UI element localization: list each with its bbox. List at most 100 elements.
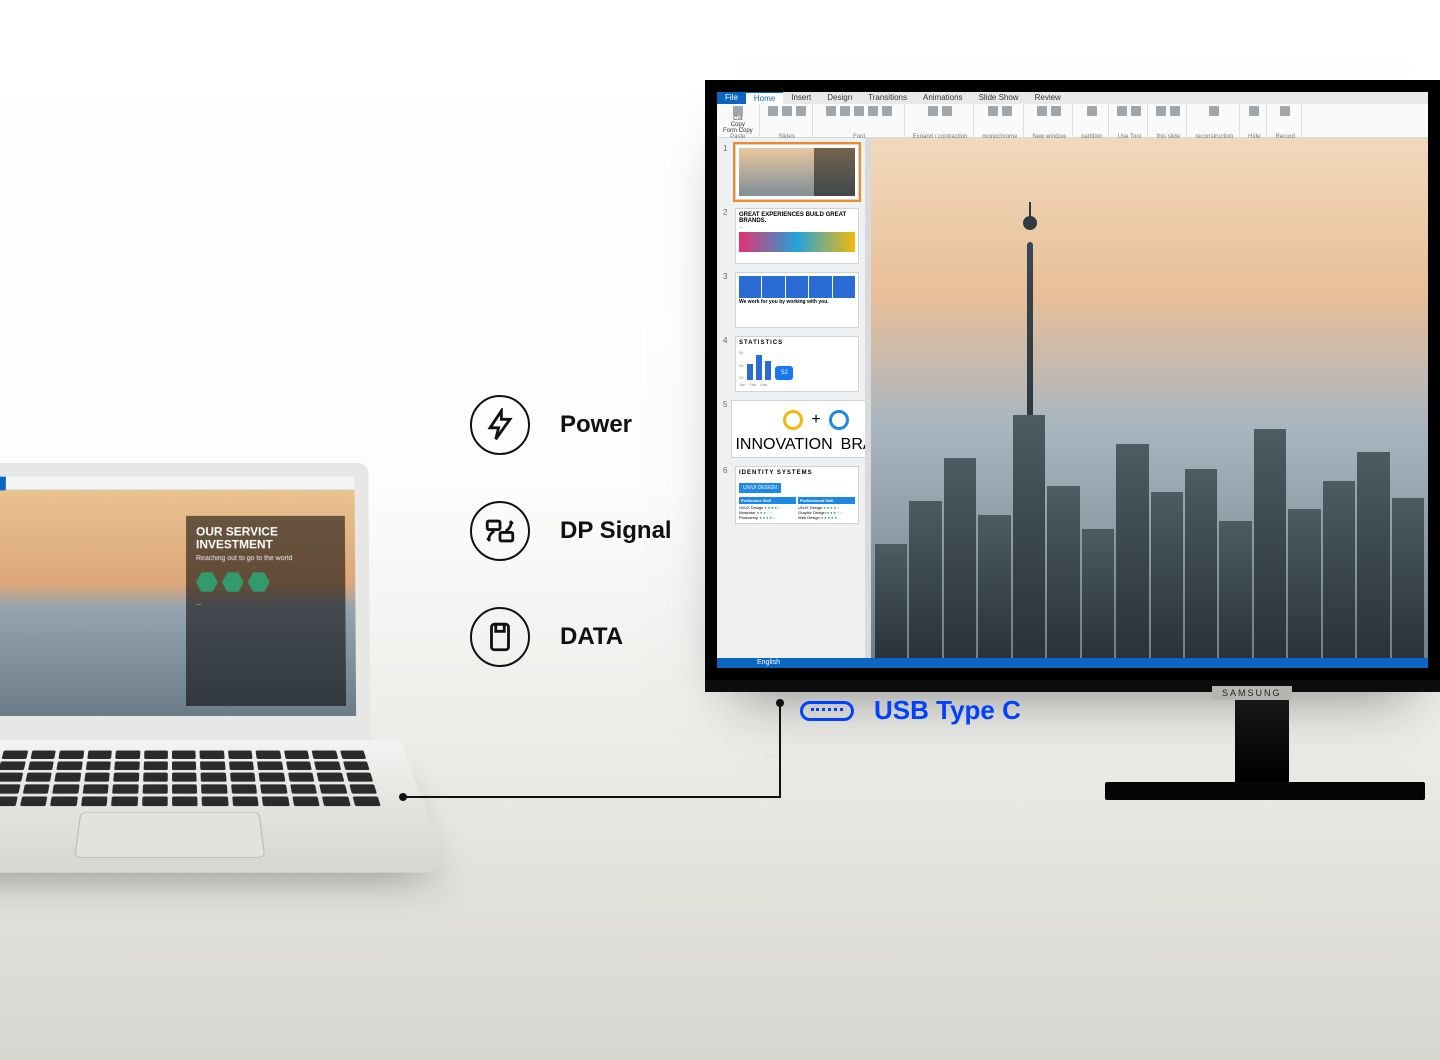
thumb-6[interactable]: 6 IDENTITY SYSTEMS UX/UI DESIGN Preferen… xyxy=(723,466,859,524)
expand-icon[interactable] xyxy=(928,106,938,116)
monitor-chin xyxy=(705,680,1440,692)
speaker-tool-icon[interactable] xyxy=(1131,106,1141,116)
thumb-3[interactable]: 3 We work for you by working with you. xyxy=(723,272,859,328)
usb-c-feature-list: Power DP Signal DATA xyxy=(470,395,672,667)
ribbon-group-recon: reconstruction xyxy=(1189,104,1240,142)
underline-icon[interactable] xyxy=(854,106,864,116)
layout-icon[interactable] xyxy=(782,106,792,116)
thumb-6-title: IDENTITY SYSTEMS xyxy=(739,470,855,476)
thumb-3-grid xyxy=(739,276,855,298)
fixed-icon[interactable] xyxy=(942,106,952,116)
ribbon-groups: Cut Copy Form Copy Paste Slides Font xyxy=(717,104,1428,142)
thumb-2-title: GREAT EXPERIENCES BUILD GREAT BRANDS. xyxy=(739,212,855,224)
ribbon-group-expand: Expand / contraction xyxy=(907,104,975,142)
monitor-brand-label: SAMSUNG xyxy=(1212,686,1292,700)
thumb-2[interactable]: 2 GREAT EXPERIENCES BUILD GREAT BRANDS. … xyxy=(723,208,859,264)
thumb-index: 5 xyxy=(723,400,727,458)
tab-file[interactable]: File xyxy=(717,92,746,104)
thumb-5-circles: + xyxy=(735,404,865,430)
grayscale-icon[interactable] xyxy=(1002,106,1012,116)
laptop-screen: OUR SERVICE INVESTMENT Reaching out to g… xyxy=(0,463,370,740)
thumb-index: 2 xyxy=(723,208,731,264)
thumb-5-right: BRAND xyxy=(841,436,865,454)
tab-insert[interactable]: Insert xyxy=(783,92,819,104)
ribbon-group-mono: monochrome xyxy=(976,104,1024,142)
font-size-icon[interactable] xyxy=(882,106,892,116)
ytick: 20 xyxy=(739,375,743,380)
feature-data: DATA xyxy=(470,607,672,667)
thumb-1[interactable]: 1 xyxy=(723,144,859,200)
tab-review[interactable]: Review xyxy=(1027,92,1069,104)
reconstruction-icon[interactable] xyxy=(1209,106,1219,116)
skyline xyxy=(871,372,1428,658)
record-icon[interactable] xyxy=(1280,106,1290,116)
laptop-brand-label: SAMSUNG xyxy=(137,726,204,736)
monitor-screen: File Home Insert Design Transitions Anim… xyxy=(717,92,1428,668)
monitor-foot xyxy=(1105,782,1425,800)
laptop-app-ribbon xyxy=(0,477,355,491)
hex-icon xyxy=(248,572,270,592)
tab-transitions[interactable]: Transitions xyxy=(860,92,915,104)
new-window-icon[interactable] xyxy=(1037,106,1047,116)
hex-icon xyxy=(196,572,218,592)
thumb-index: 6 xyxy=(723,466,731,524)
col-b-head: Professional Skill xyxy=(798,497,855,504)
paste-icon[interactable] xyxy=(733,106,743,116)
font-color-icon[interactable] xyxy=(868,106,878,116)
feature-data-label: DATA xyxy=(560,623,623,651)
tab-animations[interactable]: Animations xyxy=(915,92,971,104)
tab-design[interactable]: Design xyxy=(819,92,860,104)
from-icon[interactable] xyxy=(1170,106,1180,116)
monitor-neck xyxy=(1235,692,1289,782)
power-icon xyxy=(470,395,530,455)
italic-icon[interactable] xyxy=(840,106,850,116)
hide-icon[interactable] xyxy=(1249,106,1259,116)
ribbon-group-slides: Slides xyxy=(762,104,813,142)
usb-c-port-icon xyxy=(800,701,854,721)
col-a-2: Photoshop xyxy=(739,515,758,520)
partition-icon[interactable] xyxy=(1087,106,1097,116)
thumb-5[interactable]: 5 + INNOVATION BRAND xyxy=(723,400,859,458)
col-a-head: Preference Skill xyxy=(739,497,796,504)
dp-signal-icon xyxy=(470,501,530,561)
ribbon-group-window: New window xyxy=(1026,104,1073,142)
monitor-icon[interactable] xyxy=(1117,106,1127,116)
thumb-3-title: We work for you by working with you. xyxy=(739,300,855,305)
ribbon-group-partition: partition xyxy=(1075,104,1109,142)
statusbar-language: English xyxy=(757,659,780,666)
thumb-1-preview xyxy=(739,148,855,196)
reset-icon[interactable] xyxy=(796,106,806,116)
usb-c-port-text: USB Type C xyxy=(874,695,1021,726)
data-icon xyxy=(470,607,530,667)
tab-home[interactable]: Home xyxy=(746,92,783,104)
laptop-keyboard xyxy=(0,750,381,806)
feature-dp-signal: DP Signal xyxy=(470,501,672,561)
xlabel: Mar xyxy=(760,382,767,387)
ribbon-group-record: Record xyxy=(1269,104,1301,142)
ribbon-group-thisslide: this slide xyxy=(1150,104,1187,142)
thumb-2-image xyxy=(739,232,855,252)
tab-slide-show[interactable]: Slide Show xyxy=(971,92,1027,104)
ribbon-tabs: File Home Insert Design Transitions Anim… xyxy=(717,92,1428,104)
hex-badges xyxy=(196,572,335,592)
color-icon[interactable] xyxy=(988,106,998,116)
ribbon-group-tool: Use Tool xyxy=(1111,104,1148,142)
slide-thumbnails: 1 2 GREAT EXPERIENCES BUILD GREAT BRANDS… xyxy=(717,138,865,658)
ribbon-group-hide: Hide xyxy=(1242,104,1267,142)
thumb-4[interactable]: 4 STATISTICS 50 40 20 xyxy=(723,336,859,392)
play-icon[interactable] xyxy=(1156,106,1166,116)
ribbon-group-paste: Cut Copy Form Copy Paste xyxy=(717,104,760,142)
slide-canvas xyxy=(865,138,1428,658)
laptop-slide-title-1: OUR SERVICE xyxy=(196,525,278,539)
laptop: OUR SERVICE INVESTMENT Reaching out to g… xyxy=(0,463,432,932)
laptop-slide-overlay: OUR SERVICE INVESTMENT Reaching out to g… xyxy=(186,516,346,706)
app-statusbar: English xyxy=(717,658,1428,668)
bold-icon[interactable] xyxy=(826,106,836,116)
new-slide-icon[interactable] xyxy=(768,106,778,116)
align-icon[interactable] xyxy=(1051,106,1061,116)
usb-c-port-label: USB Type C xyxy=(800,695,1021,726)
thumb-index: 1 xyxy=(723,144,731,200)
feature-power: Power xyxy=(470,395,672,455)
monitor-bezel: File Home Insert Design Transitions Anim… xyxy=(705,80,1440,680)
thumb-5-left: INNOVATION xyxy=(735,436,832,454)
